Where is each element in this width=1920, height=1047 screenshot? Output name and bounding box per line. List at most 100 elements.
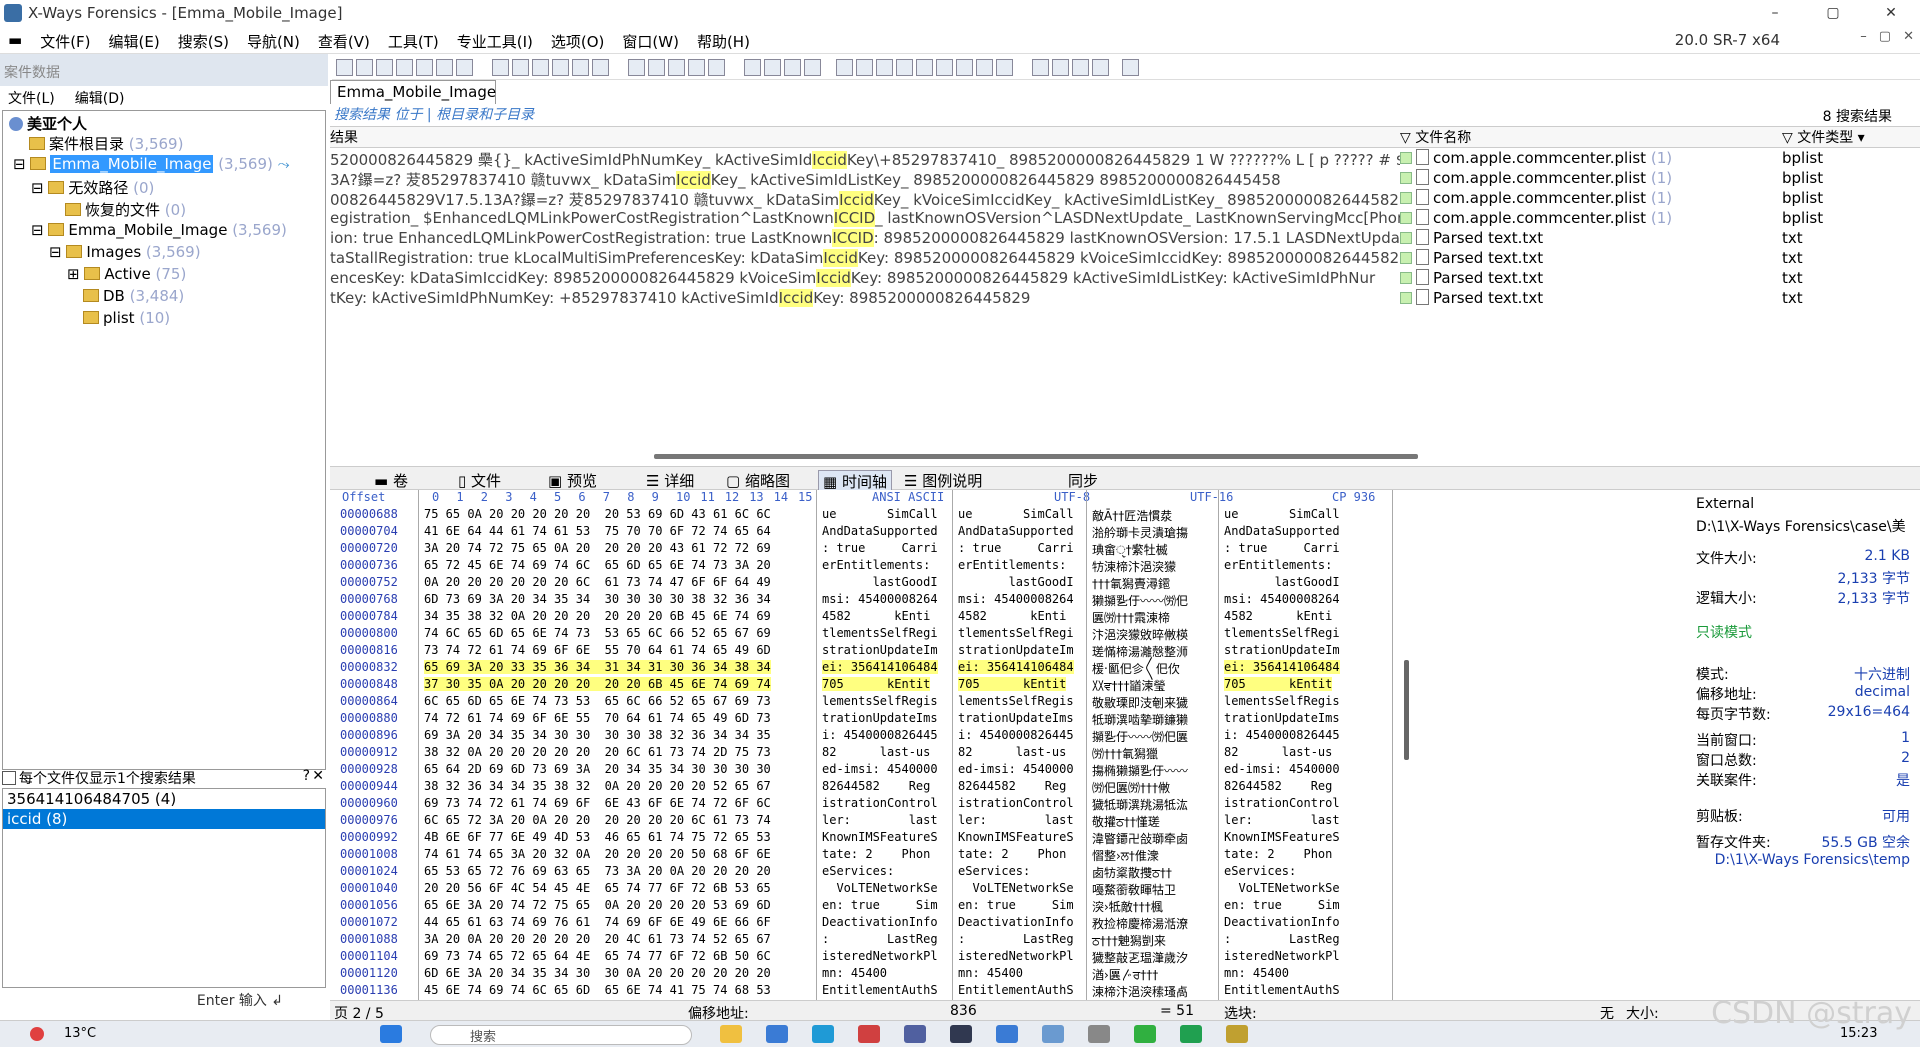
app-icon-9[interactable]	[1180, 1025, 1202, 1043]
search-term-item[interactable]: iccid (8)	[3, 809, 325, 829]
menu-item[interactable]: 导航(N)	[247, 31, 300, 52]
vertical-scrollbar[interactable]	[1404, 660, 1409, 760]
app-icon-8[interactable]	[1088, 1025, 1110, 1043]
tag-checkbox[interactable]	[1400, 292, 1412, 304]
edge-icon[interactable]	[812, 1025, 834, 1043]
toolbar-button-icon[interactable]	[836, 59, 853, 76]
menu-item[interactable]: 文件(F)	[40, 31, 90, 52]
toolbar-button-icon[interactable]	[744, 59, 761, 76]
tree-node-db[interactable]: DB (3,484)	[83, 287, 184, 305]
toolbar-button-icon[interactable]	[876, 59, 893, 76]
case-menu-edit[interactable]: 编辑(D)	[75, 88, 125, 108]
mdi-restore-icon[interactable]: ▢	[1879, 29, 1891, 44]
tab-legend[interactable]: ☰ 图例说明	[904, 470, 982, 491]
col-context-header[interactable]: 结果	[330, 127, 1400, 148]
checkbox[interactable]	[2, 771, 16, 785]
toolbar-button-icon[interactable]	[416, 59, 433, 76]
toolbar-button-icon[interactable]	[552, 59, 569, 76]
app-icon-10[interactable]	[1226, 1025, 1248, 1043]
col-name-header[interactable]: ▽ 文件名称	[1400, 127, 1782, 148]
toolbar-button-icon[interactable]	[668, 59, 685, 76]
toolbar-button-icon[interactable]	[628, 59, 645, 76]
table-row[interactable]: taStallRegistration: true kLocalMultiSim…	[330, 249, 1920, 269]
mdi-close-icon[interactable]: ✕	[1903, 29, 1914, 44]
col-type-header[interactable]: ▽ 文件类型 ▾	[1782, 127, 1920, 148]
toolbar-button-icon[interactable]	[996, 59, 1013, 76]
wechat-icon[interactable]	[1134, 1025, 1156, 1043]
enter-input-button[interactable]: Enter 输入 ↲	[160, 990, 320, 1012]
toolbar-button-icon[interactable]	[356, 59, 373, 76]
toolbar-button-icon[interactable]	[804, 59, 821, 76]
menu-item[interactable]: 专业工具(I)	[457, 31, 533, 52]
menu-item[interactable]: 选项(O)	[551, 31, 605, 52]
tree-node-images[interactable]: ⊟ Images (3,569)	[49, 243, 201, 261]
toolbar-button-icon[interactable]	[856, 59, 873, 76]
toolbar-button-icon[interactable]	[1072, 59, 1089, 76]
case-menu-file[interactable]: 文件(L)	[8, 88, 55, 108]
toolbar-button-icon[interactable]	[532, 59, 549, 76]
start-icon[interactable]	[380, 1025, 402, 1043]
table-row[interactable]: encesKey: kDataSimIccidKey: 898520000082…	[330, 269, 1920, 289]
toolbar-button-icon[interactable]	[396, 59, 413, 76]
tab-document[interactable]: Emma_Mobile_Image	[330, 80, 496, 104]
menu-item[interactable]: 编辑(E)	[109, 31, 160, 52]
maximize-button[interactable]: ▢	[1804, 0, 1862, 26]
table-row[interactable]: 00826445829V17.5.13A?鑤=z? 茇85297837410 赣…	[330, 189, 1920, 209]
app-icon-5[interactable]	[950, 1025, 972, 1043]
tree-node-plist[interactable]: plist (10)	[83, 309, 170, 327]
tree-node-invalid-path[interactable]: ⊟ 无效路径 (0)	[31, 177, 154, 198]
tag-checkbox[interactable]	[1400, 272, 1412, 284]
explorer-icon[interactable]	[720, 1025, 742, 1043]
menu-item[interactable]: 查看(V)	[318, 31, 370, 52]
close-button[interactable]: ✕	[1862, 0, 1920, 26]
tree-node-recovered[interactable]: 恢复的文件 (0)	[65, 199, 186, 220]
toolbar-button-icon[interactable]	[512, 59, 529, 76]
toolbar-button-icon[interactable]	[976, 59, 993, 76]
table-row[interactable]: egistration_ $EnhancedLQMLinkPowerCostRe…	[330, 209, 1920, 229]
toolbar-button-icon[interactable]	[896, 59, 913, 76]
tag-checkbox[interactable]	[1400, 212, 1412, 224]
toolbar-button-icon[interactable]	[648, 59, 665, 76]
menu-item[interactable]: 帮助(H)	[697, 31, 750, 52]
toolbar-button-icon[interactable]	[592, 59, 609, 76]
hex-editor[interactable]: Offset 0 1 2 3 4 5 6 7 8 9 10 11 12 13 14 15 ANSI ASCII…	[332, 490, 1412, 1000]
toolbar-button-icon[interactable]	[1092, 59, 1109, 76]
tag-checkbox[interactable]	[1400, 232, 1412, 244]
table-row[interactable]: ion: true EnhancedLQMLinkPowerCostRegist…	[330, 229, 1920, 249]
toolbar-button-icon[interactable]	[916, 59, 933, 76]
app-icon-6[interactable]	[996, 1025, 1018, 1043]
app-icon-2[interactable]	[766, 1025, 788, 1043]
toolbar-button-icon[interactable]	[1052, 59, 1069, 76]
tree-node-image[interactable]: ⊟ Emma_Mobile_Image (3,569) ⤳	[13, 155, 290, 173]
toolbar-button-icon[interactable]	[784, 59, 801, 76]
tree-node-active[interactable]: ⊞ Active (75)	[67, 265, 186, 283]
toolbar-button-icon[interactable]	[708, 59, 725, 76]
search-option[interactable]: 每个文件仅显示1个搜索结果 ? ✕	[2, 768, 326, 788]
table-row[interactable]: 520000826445829 櫐{}_ kActiveSimIdPhNumKe…	[330, 149, 1920, 169]
toolbar-button-icon[interactable]	[688, 59, 705, 76]
minimize-button[interactable]: –	[1746, 0, 1804, 26]
toolbar-button-icon[interactable]	[1122, 59, 1139, 76]
toolbar-button-icon[interactable]	[764, 59, 781, 76]
toolbar-button-icon[interactable]	[436, 59, 453, 76]
app-icon-3[interactable]	[858, 1025, 880, 1043]
tag-checkbox[interactable]	[1400, 192, 1412, 204]
toolbar-button-icon[interactable]	[336, 59, 353, 76]
horizontal-scrollbar[interactable]	[654, 454, 1418, 459]
toolbar-button-icon[interactable]	[1032, 59, 1049, 76]
menu-item[interactable]: 搜索(S)	[178, 31, 229, 52]
tag-checkbox[interactable]	[1400, 172, 1412, 184]
tab-thumbnail[interactable]: ▢ 缩略图	[726, 470, 790, 491]
table-row[interactable]: 3A?鑤=z? 茇85297837410 赣tuvwx_ kDataSimIcc…	[330, 169, 1920, 189]
search-term-item[interactable]: 356414106484705 (4)	[3, 789, 325, 809]
menu-item[interactable]: 工具(T)	[388, 31, 439, 52]
tab-details[interactable]: ☰ 详细	[646, 470, 694, 491]
tab-volume[interactable]: ▬ 卷	[374, 470, 408, 491]
toolbar-button-icon[interactable]	[936, 59, 953, 76]
app-icon-4[interactable]	[904, 1025, 926, 1043]
mdi-minimize-icon[interactable]: –	[1860, 29, 1867, 44]
tag-checkbox[interactable]	[1400, 252, 1412, 264]
table-row[interactable]: tKey: kActiveSimIdPhNumKey: +85297837410…	[330, 289, 1920, 309]
tab-preview[interactable]: ▣ 预览	[548, 470, 597, 491]
system-menu-icon[interactable]: ▬	[8, 31, 22, 52]
